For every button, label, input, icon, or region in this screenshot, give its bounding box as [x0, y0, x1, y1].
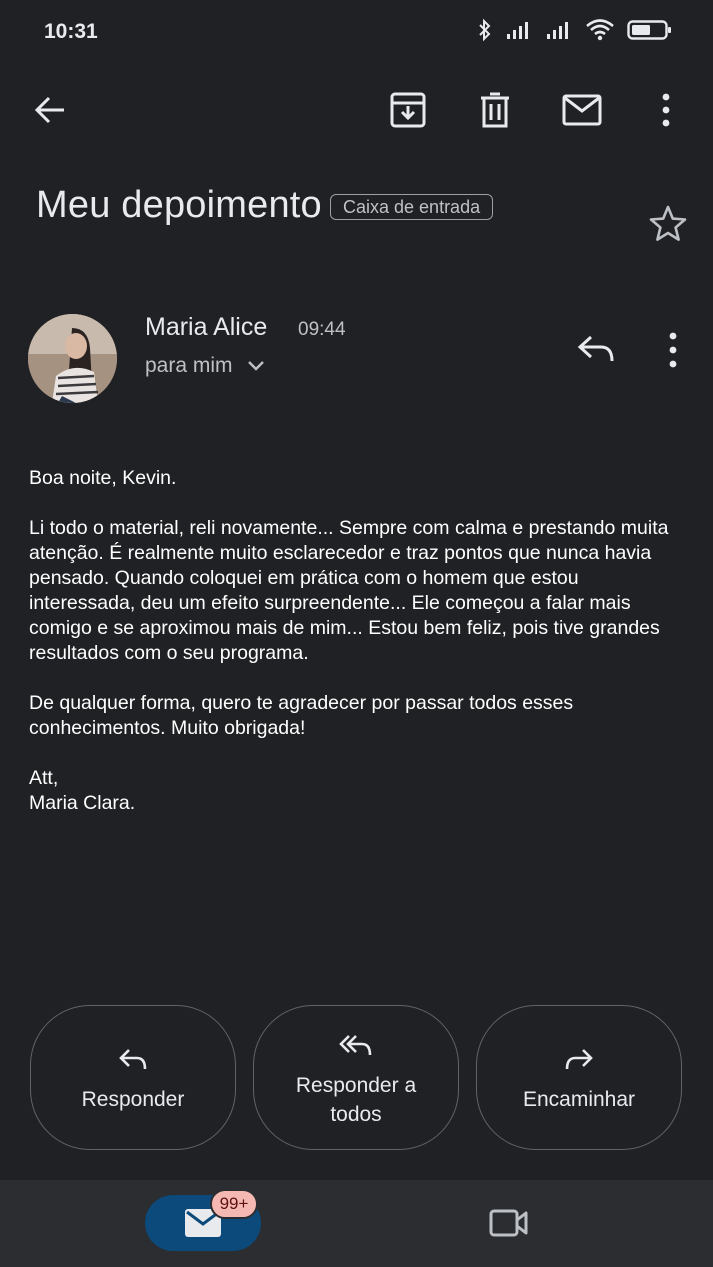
- reply-all-label: Responder a todos: [295, 1073, 417, 1126]
- mark-unread-icon: [562, 94, 602, 126]
- status-time: 10:31: [44, 20, 98, 43]
- reply-action-button[interactable]: Responder: [30, 1005, 236, 1150]
- unread-badge: 99+: [210, 1189, 258, 1219]
- battery-icon: [627, 20, 671, 40]
- body-paragraph: Li todo o material, reli novamente... Se…: [29, 517, 669, 664]
- video-icon: [489, 1209, 528, 1237]
- bottom-navigation: [0, 1180, 713, 1267]
- recipient-label: para mim: [145, 354, 233, 377]
- email-time: 09:44: [298, 319, 346, 340]
- reply-icon: [118, 1041, 148, 1077]
- more-vert-icon: [669, 332, 677, 368]
- forward-action-button[interactable]: Encaminhar: [476, 1005, 682, 1150]
- reply-all-action-button[interactable]: Responder a todos: [253, 1005, 459, 1150]
- signal-icon: [547, 22, 568, 39]
- archive-button[interactable]: [386, 88, 430, 132]
- back-button[interactable]: [28, 88, 72, 132]
- body-paragraph: De qualquer forma, quero te agradecer po…: [29, 692, 574, 739]
- star-icon: [649, 205, 687, 241]
- archive-icon: [390, 92, 426, 128]
- reply-all-icon: [339, 1027, 373, 1063]
- chevron-down-icon: [247, 361, 264, 371]
- signal-icon: [507, 22, 528, 39]
- back-arrow-icon: [34, 96, 64, 124]
- mark-unread-button[interactable]: [560, 88, 604, 132]
- star-button[interactable]: [648, 204, 690, 246]
- avatar-photo: [28, 314, 117, 403]
- email-body: Boa noite, Kevin. Li todo o material, re…: [29, 466, 689, 841]
- recipient-toggle[interactable]: para mim: [145, 354, 265, 378]
- email-subject: Meu depoimento: [36, 184, 322, 226]
- more-options-button[interactable]: [644, 88, 688, 132]
- delete-icon: [481, 92, 509, 128]
- bluetooth-icon: [479, 18, 491, 42]
- forward-icon: [564, 1041, 594, 1077]
- wifi-icon: [586, 19, 614, 41]
- body-signature: Att, Maria Clara.: [29, 767, 136, 814]
- nav-meet[interactable]: [486, 1201, 532, 1245]
- inbox-label[interactable]: Caixa de entrada: [330, 194, 494, 220]
- avatar[interactable]: [28, 314, 117, 403]
- more-vert-icon: [662, 93, 670, 127]
- status-icons: [477, 18, 673, 42]
- delete-button[interactable]: [473, 88, 517, 132]
- forward-label: Encaminhar: [522, 1088, 636, 1111]
- reply-label: Responder: [81, 1088, 185, 1111]
- message-more-button[interactable]: [656, 332, 690, 372]
- body-greeting: Boa noite, Kevin.: [29, 467, 177, 489]
- sender-name[interactable]: Maria Alice: [145, 313, 267, 342]
- reply-icon: [577, 335, 614, 362]
- reply-button[interactable]: [575, 332, 619, 372]
